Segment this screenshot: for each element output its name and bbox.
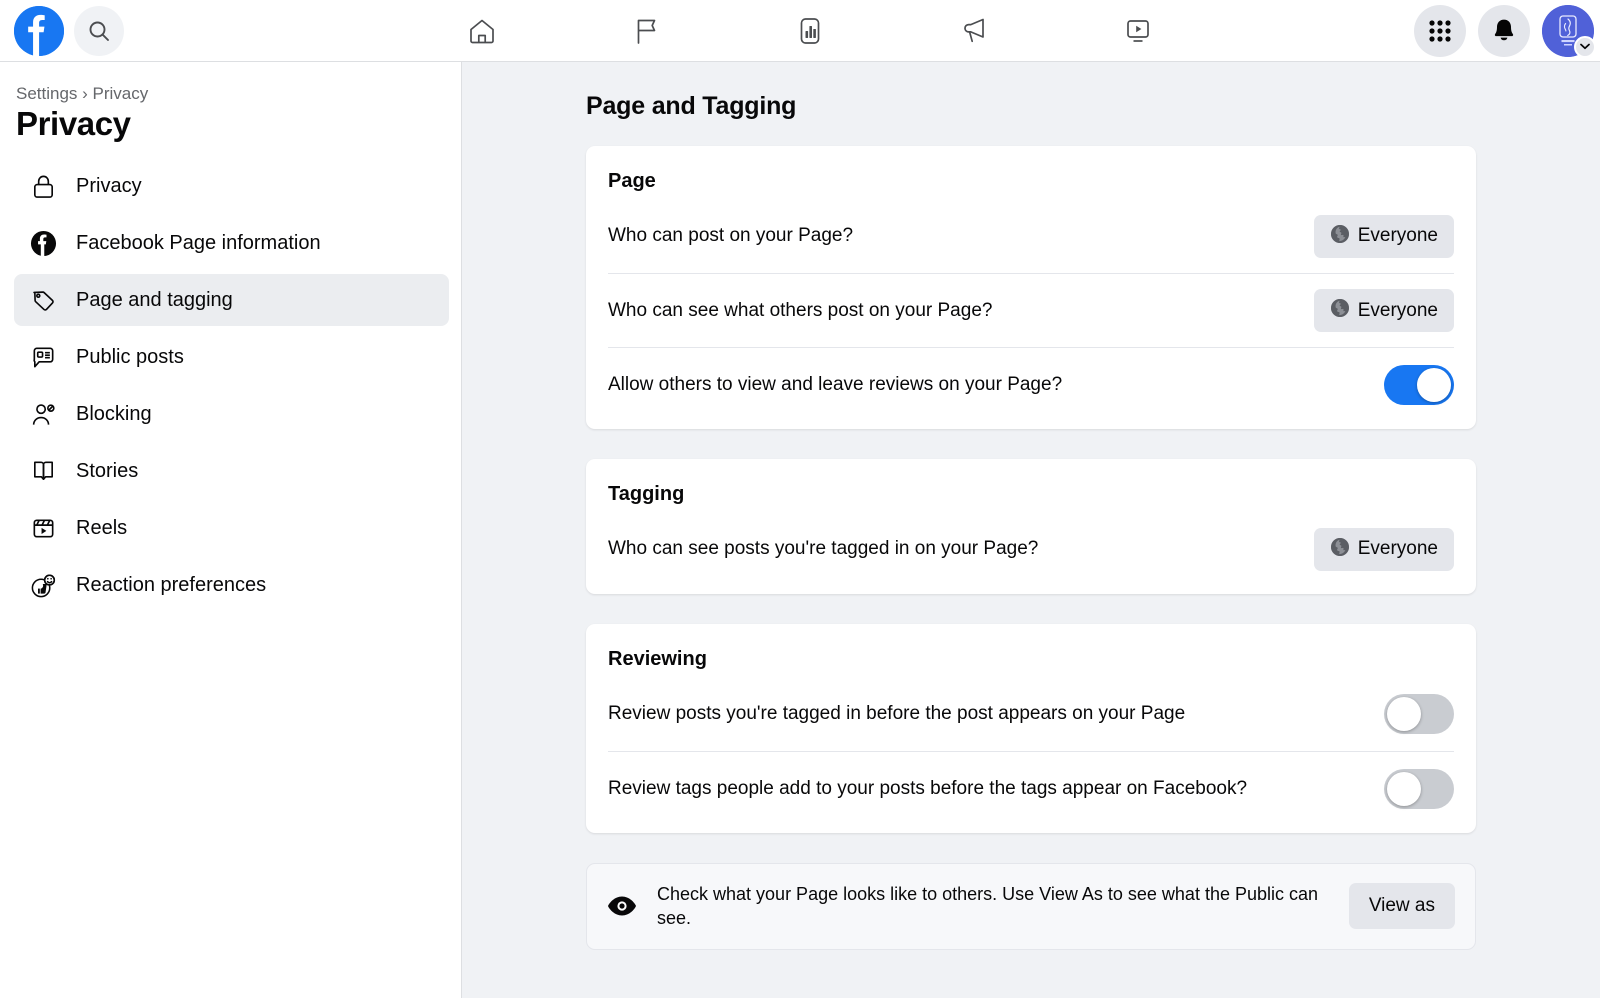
card-page: Page Who can post on your Page? Everyone bbox=[586, 146, 1476, 429]
view-as-notice: Check what your Page looks like to other… bbox=[586, 863, 1476, 950]
thumbs-up-icon bbox=[28, 570, 58, 600]
toggle-review-tags[interactable] bbox=[1384, 768, 1454, 809]
view-as-button[interactable]: View as bbox=[1348, 883, 1455, 930]
sidebar-item-public-posts[interactable]: Public posts bbox=[14, 331, 449, 383]
globe-glyph bbox=[1330, 299, 1349, 317]
globe-glyph bbox=[1330, 224, 1349, 243]
topbar-nav-tabs bbox=[400, 0, 1220, 62]
home-icon bbox=[470, 19, 494, 44]
reels-icon bbox=[28, 513, 58, 543]
page-heading: Page and Tagging bbox=[586, 92, 797, 120]
toggle-knob bbox=[1387, 697, 1421, 731]
tag-icon bbox=[28, 285, 58, 315]
flag-icon bbox=[637, 19, 656, 44]
setting-row-allow-reviews: Allow others to view and leave reviews o… bbox=[608, 347, 1454, 421]
card-title: Reviewing bbox=[608, 648, 707, 670]
topbar-left-group bbox=[0, 5, 290, 56]
nav-tab-video[interactable] bbox=[1082, 4, 1194, 58]
breadcrumb: Settings › Privacy bbox=[16, 84, 149, 103]
globe-glyph bbox=[1330, 537, 1349, 556]
audience-selector-who-can-post[interactable]: Everyone bbox=[1313, 214, 1454, 258]
sidebar-item-label: Page and tagging bbox=[76, 288, 233, 311]
toggle-allow-reviews[interactable] bbox=[1384, 364, 1454, 405]
lock-icon bbox=[28, 171, 58, 201]
globe-icon bbox=[1330, 224, 1350, 249]
sidebar-nav-list: Privacy Facebook Page information Page a… bbox=[14, 160, 449, 616]
nav-tab-insights[interactable] bbox=[754, 4, 866, 58]
card-title: Tagging bbox=[608, 483, 685, 505]
sidebar-item-label: Reaction preferences bbox=[76, 573, 267, 596]
sidebar-item-reels[interactable]: Reels bbox=[14, 502, 449, 554]
sidebar-item-privacy[interactable]: Privacy bbox=[14, 160, 449, 212]
setting-label: Allow others to view and leave reviews o… bbox=[608, 373, 1063, 395]
setting-row-who-can-see-tagged-posts: Who can see posts you're tagged in on yo… bbox=[608, 512, 1454, 586]
audience-value: Everyone bbox=[1357, 538, 1438, 559]
sidebar-item-label: Blocking bbox=[76, 402, 152, 425]
notifications-button[interactable] bbox=[1478, 4, 1530, 57]
setting-label: Who can see posts you're tagged in on yo… bbox=[608, 538, 1039, 560]
sidebar-item-blocking[interactable]: Blocking bbox=[14, 388, 449, 440]
setting-label: Who can post on your Page? bbox=[608, 225, 854, 247]
facebook-logo[interactable] bbox=[14, 5, 64, 56]
setting-label: Review posts you're tagged in before the… bbox=[608, 703, 1186, 725]
toggle-knob bbox=[1387, 771, 1421, 806]
sidebar-item-label: Facebook Page information bbox=[76, 231, 321, 254]
settings-sidebar: Settings › Privacy Privacy Privacy Faceb… bbox=[0, 62, 462, 998]
toggle-review-tagged-posts[interactable] bbox=[1384, 694, 1454, 734]
audience-selector-tagged-posts[interactable]: Everyone bbox=[1313, 527, 1454, 571]
book-icon bbox=[28, 456, 58, 486]
sidebar-item-label: Reels bbox=[76, 516, 128, 539]
card-title: Page bbox=[608, 170, 656, 192]
sidebar-item-label: Public posts bbox=[76, 345, 184, 368]
notice-text: Check what your Page looks like to other… bbox=[657, 884, 1319, 929]
globe-icon bbox=[1330, 537, 1350, 562]
facebook-settings-page: Settings › Privacy Privacy Privacy Faceb… bbox=[0, 0, 1600, 998]
audience-value: Everyone bbox=[1357, 299, 1438, 321]
setting-label: Review tags people add to your posts bef… bbox=[608, 777, 1248, 799]
card-tagging: Tagging Who can see posts you're tagged … bbox=[586, 459, 1476, 594]
facebook-circle-icon bbox=[28, 228, 58, 258]
setting-row-review-tags: Review tags people add to your posts bef… bbox=[608, 751, 1454, 825]
chevron-down-icon bbox=[1580, 43, 1590, 50]
search-icon bbox=[89, 21, 109, 41]
sidebar-item-reaction-preferences[interactable]: Reaction preferences bbox=[14, 559, 449, 611]
topbar-right-group bbox=[1414, 4, 1600, 58]
main-inner: Page and Tagging Page Who can post on yo… bbox=[462, 62, 1600, 950]
sidebar-item-label: Stories bbox=[76, 459, 139, 482]
audience-value: Everyone bbox=[1357, 225, 1438, 246]
setting-label: Who can see what others post on your Pag… bbox=[608, 299, 993, 321]
setting-row-who-can-see-others-posts: Who can see what others post on your Pag… bbox=[608, 273, 1454, 347]
setting-row-who-can-post: Who can post on your Page? Everyone bbox=[608, 199, 1454, 273]
sidebar-item-page-and-tagging[interactable]: Page and tagging bbox=[14, 274, 449, 326]
globe-icon bbox=[1330, 298, 1350, 323]
nav-tab-ads[interactable] bbox=[918, 4, 1030, 58]
card-reviewing: Reviewing Review posts you're tagged in … bbox=[586, 624, 1476, 833]
megaphone-icon bbox=[964, 18, 984, 43]
user-block-icon bbox=[28, 399, 58, 429]
menu-grid-button[interactable] bbox=[1414, 4, 1466, 57]
nav-tab-pages[interactable] bbox=[590, 4, 702, 58]
bell-icon bbox=[1494, 19, 1514, 40]
video-icon bbox=[1127, 20, 1149, 42]
eye-icon bbox=[607, 895, 637, 917]
grid-menu-icon bbox=[1429, 19, 1451, 42]
sidebar-item-facebook-page-information[interactable]: Facebook Page information bbox=[14, 217, 449, 269]
search-button[interactable] bbox=[74, 5, 124, 56]
audience-selector-who-can-see-others-posts[interactable]: Everyone bbox=[1313, 289, 1454, 332]
setting-row-review-tagged-posts: Review posts you're tagged in before the… bbox=[608, 677, 1454, 751]
insights-icon bbox=[800, 18, 820, 44]
page-body: Settings › Privacy Privacy Privacy Faceb… bbox=[0, 62, 1600, 998]
sidebar-item-stories[interactable]: Stories bbox=[14, 445, 449, 497]
toggle-knob bbox=[1417, 367, 1451, 402]
settings-main-content: Page and Tagging Page Who can post on yo… bbox=[462, 62, 1600, 998]
sidebar-item-label: Privacy bbox=[76, 174, 142, 197]
top-navigation-bar bbox=[0, 0, 1600, 62]
comment-icon bbox=[28, 342, 58, 372]
nav-tab-home[interactable] bbox=[426, 4, 538, 58]
eye-glyph bbox=[608, 896, 636, 916]
profile-avatar-button[interactable] bbox=[1542, 4, 1596, 58]
sidebar-page-title: Privacy bbox=[16, 105, 131, 142]
avatar-chevron-badge[interactable] bbox=[1574, 35, 1596, 58]
